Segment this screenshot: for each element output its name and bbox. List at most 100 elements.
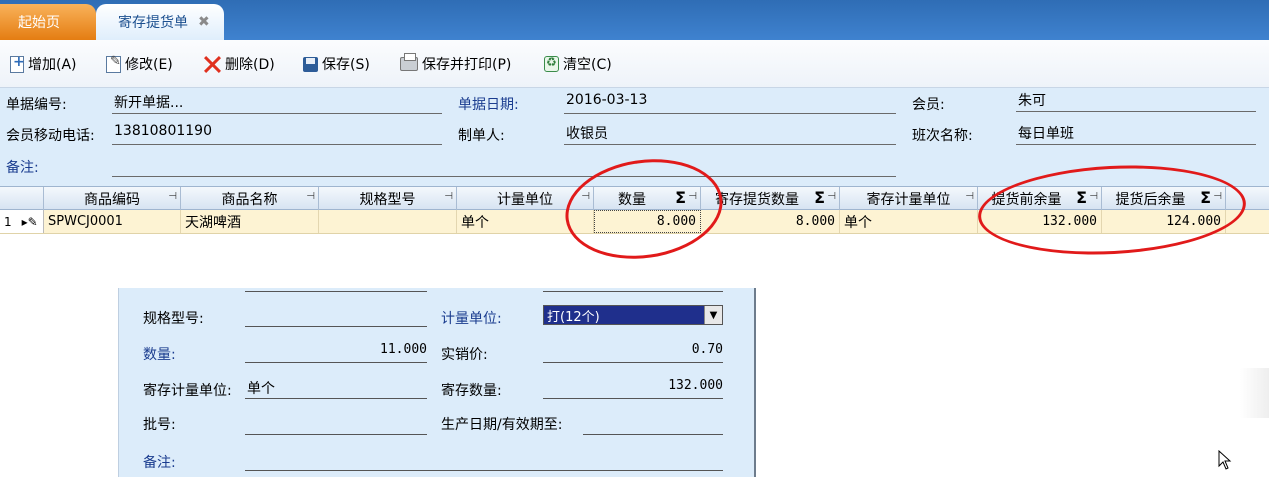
row-header[interactable]: 1 ▸✎ (0, 210, 44, 233)
cell-unit[interactable]: 单个 (457, 210, 594, 233)
unit-select-value: 打(12个) (547, 309, 600, 325)
col-header-spec[interactable]: 规格型号 ⊣ (319, 187, 457, 210)
scroll-edge (1240, 368, 1269, 418)
cell-code[interactable]: SPWCJ0001 (44, 210, 181, 233)
save-print-button[interactable]: 保存并打印(P) (400, 52, 511, 76)
tab-bar: 起始页 寄存提货单 ✖ (0, 0, 1269, 40)
clear-button[interactable]: 清空(C) (544, 52, 612, 76)
edit-button[interactable]: 修改(E) (106, 52, 173, 76)
col-header-label: 提货前余量 (991, 191, 1062, 208)
col-header-pickup-qty[interactable]: 寄存提货数量 Σ ⊣ (701, 187, 840, 210)
pin-icon[interactable]: ⊣ (1089, 191, 1098, 202)
sum-icon[interactable]: Σ (1076, 188, 1087, 207)
field-underline (543, 362, 723, 363)
save-button-label: 保存(S) (322, 57, 370, 73)
field-underline (245, 291, 427, 292)
maker-field[interactable]: 收银员 (564, 123, 896, 145)
col-header-label: 商品编码 (84, 191, 140, 208)
col-header-label: 寄存计量单位 (866, 191, 951, 208)
qty-field[interactable]: 11.000 (245, 342, 427, 357)
member-field[interactable]: 朱可 (1016, 90, 1256, 112)
table-row[interactable]: 1 ▸✎ SPWCJ0001 天湖啤酒 单个 8.000 8.000 单个 13… (0, 210, 1269, 234)
deposit-qty-field[interactable]: 132.000 (543, 378, 723, 393)
col-header-unit[interactable]: 计量单位 ⊣ (457, 187, 594, 210)
col-header-before[interactable]: 提货前余量 Σ ⊣ (978, 187, 1102, 210)
pin-icon[interactable]: ⊣ (306, 191, 315, 202)
pin-icon[interactable]: ⊣ (581, 191, 590, 202)
doc-date-label: 单据日期: (458, 97, 519, 113)
edit-icon (106, 54, 121, 73)
cell-pickup-qty[interactable]: 8.000 (701, 210, 840, 233)
unit-label: 计量单位: (441, 311, 502, 327)
doc-date-field[interactable]: 2016-03-13 (564, 92, 896, 114)
close-icon[interactable]: ✖ (198, 14, 210, 30)
col-header-deposit-unit[interactable]: 寄存计量单位 ⊣ (840, 187, 978, 210)
col-header-code[interactable]: 商品编码 ⊣ (44, 187, 181, 210)
doc-no-field[interactable]: 新开单据... (112, 92, 442, 114)
date-field[interactable] (583, 434, 723, 435)
add-button-label: 增加(A) (28, 57, 77, 73)
tab-label: 起始页 (18, 15, 60, 31)
col-header-after[interactable]: 提货后余量 Σ ⊣ (1102, 187, 1226, 210)
spec-field[interactable] (245, 326, 427, 327)
field-underline (543, 398, 723, 399)
chevron-down-icon[interactable]: ▼ (704, 306, 722, 324)
field-underline (245, 398, 427, 399)
cell-before[interactable]: 132.000 (978, 210, 1102, 233)
tab-start-page[interactable]: 起始页 (0, 4, 96, 40)
pin-icon[interactable]: ⊣ (1213, 191, 1222, 202)
app-window: 起始页 寄存提货单 ✖ 增加(A) 修改(E) 删除(D) 保存(S) 保存并打… (0, 0, 1269, 477)
cell-after[interactable]: 124.000 (1102, 210, 1226, 233)
field-underline (543, 291, 723, 292)
cell-deposit-unit[interactable]: 单个 (840, 210, 978, 233)
batch-label: 批号: (143, 417, 176, 433)
document-header-form: 单据编号: 新开单据... 单据日期: 2016-03-13 会员: 朱可 会员… (0, 88, 1269, 186)
sum-icon[interactable]: Σ (675, 188, 686, 207)
col-header-label: 数量 (618, 191, 646, 208)
pin-icon[interactable]: ⊣ (444, 191, 453, 202)
pin-icon[interactable]: ⊣ (168, 191, 177, 202)
qty-label: 数量: (143, 347, 176, 363)
spec-label: 规格型号: (143, 311, 204, 327)
recycle-icon (544, 55, 559, 72)
tab-deposit-pickup[interactable]: 寄存提货单 ✖ (96, 4, 224, 40)
maker-label: 制单人: (458, 128, 505, 144)
deposit-unit-label: 寄存计量单位: (143, 383, 232, 399)
date-label: 生产日期/有效期至: (441, 417, 563, 433)
printer-icon (400, 53, 418, 71)
deposit-qty-label: 寄存数量: (441, 383, 502, 399)
save-print-button-label: 保存并打印(P) (422, 57, 512, 73)
toolbar: 增加(A) 修改(E) 删除(D) 保存(S) 保存并打印(P) 清空(C) (0, 40, 1269, 88)
phone-label: 会员移动电话: (6, 128, 95, 144)
deposit-unit-field[interactable]: 单个 (247, 378, 275, 398)
remark-field[interactable] (112, 155, 896, 177)
cell-name[interactable]: 天湖啤酒 (181, 210, 319, 233)
sum-icon[interactable]: Σ (814, 188, 825, 207)
unit-select[interactable]: 打(12个) ▼ (543, 305, 723, 325)
col-header-qty[interactable]: 数量 Σ ⊣ (594, 187, 701, 210)
batch-field[interactable] (245, 434, 427, 435)
price-label: 实销价: (441, 347, 488, 363)
detail-remark-field[interactable] (245, 470, 723, 471)
price-field[interactable]: 0.70 (543, 342, 723, 357)
detail-remark-label: 备注: (143, 455, 176, 471)
delete-button[interactable]: 删除(D) (203, 52, 275, 76)
sum-icon[interactable]: Σ (1200, 188, 1211, 207)
item-detail-panel: 规格型号: 计量单位: 打(12个) ▼ 数量: 11.000 实销价: 0.7… (118, 288, 756, 477)
phone-field[interactable]: 13810801190 (112, 123, 442, 145)
pin-icon[interactable]: ⊣ (688, 191, 697, 202)
cell-qty[interactable]: 8.000 (594, 210, 701, 233)
clear-button-label: 清空(C) (563, 57, 612, 73)
shift-field[interactable]: 每日单班 (1016, 123, 1256, 145)
col-header-name[interactable]: 商品名称 ⊣ (181, 187, 319, 210)
add-button[interactable]: 增加(A) (10, 52, 77, 76)
pin-icon[interactable]: ⊣ (965, 191, 974, 202)
cell-spec[interactable] (319, 210, 457, 233)
row-index: 1 (4, 214, 12, 229)
col-header-label: 商品名称 (221, 191, 278, 208)
tab-label: 寄存提货单 (118, 15, 188, 31)
col-header-label: 寄存提货数量 (715, 191, 799, 208)
edit-pencil-icon: ▸✎ (21, 214, 38, 229)
pin-icon[interactable]: ⊣ (827, 191, 836, 202)
save-button[interactable]: 保存(S) (303, 52, 370, 76)
